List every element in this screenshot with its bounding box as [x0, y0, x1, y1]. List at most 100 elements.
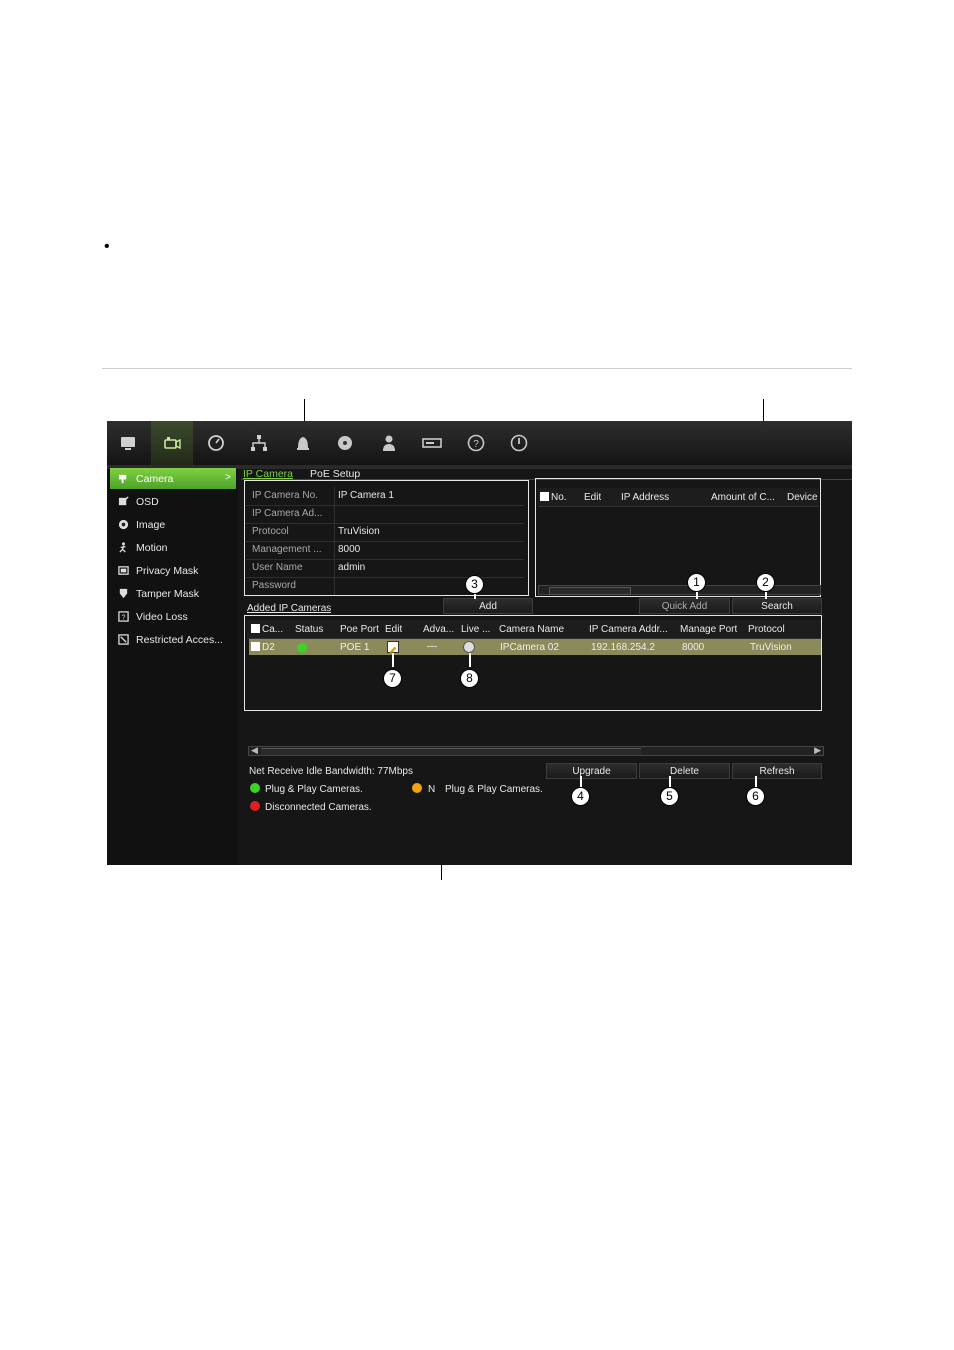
- sidebar-item-label: Privacy Mask: [136, 564, 199, 577]
- row-channel[interactable]: D2: [251, 642, 275, 653]
- sidebar-item-image[interactable]: Image: [110, 514, 236, 535]
- sidebar-item-camera[interactable]: Camera >: [110, 468, 236, 489]
- tamper-mask-icon: [116, 588, 130, 600]
- added-col-advanced: Adva...: [423, 624, 455, 635]
- disconnected-legend: Disconnected Cameras.: [265, 802, 372, 813]
- form-row-camera-no[interactable]: IP Camera No. IP Camera 1: [246, 487, 524, 506]
- form-row-user-name[interactable]: User Name admin: [246, 559, 524, 578]
- added-col-status: Status: [295, 624, 324, 635]
- row-camera-name: IPCamera 02: [500, 642, 559, 653]
- sidebar-item-label: Camera: [136, 472, 174, 485]
- form-row-management-port[interactable]: Management ... 8000: [246, 541, 524, 560]
- field-label: Password: [252, 580, 296, 591]
- row-poe-port: POE 1: [340, 642, 370, 653]
- sidebar-item-label: Restricted Acces...: [136, 633, 223, 646]
- alarm-icon[interactable]: [289, 429, 317, 457]
- added-col-manage-port: Manage Port: [680, 624, 738, 635]
- scroll-thumb[interactable]: [261, 748, 641, 755]
- no-plug-play-legend: Plug & Play Cameras.: [445, 784, 543, 795]
- callout-2: 2: [756, 573, 775, 592]
- upgrade-button[interactable]: Upgrade: [546, 763, 637, 779]
- sidebar-item-label: Motion: [136, 541, 168, 554]
- privacy-mask-icon: [116, 565, 130, 577]
- search-col-no[interactable]: No.: [540, 492, 567, 503]
- added-col-camera-name: Camera Name: [499, 624, 565, 635]
- search-button[interactable]: Search: [732, 598, 822, 614]
- select-all-checkbox[interactable]: [251, 624, 260, 633]
- ip-address-field[interactable]: [334, 505, 524, 523]
- search-col-ip-address: IP Address: [621, 492, 670, 503]
- camera-no-select[interactable]: IP Camera 1: [334, 487, 524, 505]
- password-field[interactable]: [334, 577, 524, 595]
- status-online-icon: [297, 643, 307, 653]
- sidebar-item-label: Video Loss: [136, 610, 188, 623]
- added-col-live: Live ...: [461, 624, 491, 635]
- row-checkbox[interactable]: [251, 642, 260, 651]
- scroll-left-icon[interactable]: ◀: [251, 745, 258, 756]
- sidebar-item-osd[interactable]: OSD: [110, 491, 236, 512]
- osd-icon: [116, 496, 130, 508]
- callout-stem: [392, 653, 394, 667]
- network-icon[interactable]: [245, 429, 273, 457]
- search-col-amount: Amount of C...: [711, 492, 775, 503]
- refresh-button[interactable]: Refresh: [732, 763, 822, 779]
- user-name-field[interactable]: admin: [334, 559, 524, 577]
- added-scrollbar[interactable]: ◀ ▶: [248, 745, 824, 756]
- user-icon[interactable]: [375, 429, 403, 457]
- protocol-select[interactable]: TruVision: [334, 523, 524, 541]
- quick-add-button[interactable]: Quick Add: [639, 598, 730, 614]
- field-label: User Name: [252, 562, 303, 573]
- callout-stem: [469, 653, 471, 667]
- field-label: Protocol: [252, 526, 289, 537]
- dvr-window: ? Camera > OSD Image Motion Privacy Mask…: [107, 421, 852, 865]
- video-loss-icon: ?: [116, 611, 130, 623]
- sidebar-item-restricted-access[interactable]: Restricted Acces...: [110, 629, 236, 650]
- edit-icon[interactable]: [387, 641, 399, 654]
- callout-1: 1: [687, 573, 706, 592]
- monitor-icon[interactable]: [114, 429, 142, 457]
- no-plug-play-legend-prefix: N: [428, 784, 436, 795]
- scroll-thumb[interactable]: [549, 587, 631, 595]
- row-manage-port: 8000: [682, 642, 705, 653]
- sidebar-item-label: Tamper Mask: [136, 587, 200, 600]
- callout-4: 4: [571, 787, 590, 806]
- added-col-channel[interactable]: Ca...: [251, 624, 283, 635]
- select-all-checkbox[interactable]: [540, 492, 549, 501]
- row-advanced[interactable]: —: [427, 641, 437, 652]
- camera-icon: [116, 473, 130, 485]
- added-col-protocol: Protocol: [748, 624, 785, 635]
- sidebar-item-motion[interactable]: Motion: [110, 537, 236, 558]
- camera-icon[interactable]: [158, 429, 186, 457]
- svg-text:?: ?: [121, 612, 125, 621]
- callout-8: 8: [460, 669, 479, 688]
- callout-3: 3: [465, 575, 484, 594]
- row-ip-address: 192.168.254.2: [591, 642, 655, 653]
- live-view-icon[interactable]: [463, 641, 475, 653]
- form-row-protocol[interactable]: Protocol TruVision: [246, 523, 524, 542]
- added-cameras-title: Added IP Cameras: [247, 603, 332, 614]
- added-col-ip-address: IP Camera Addr...: [589, 624, 668, 635]
- callout-5: 5: [660, 787, 679, 806]
- search-scrollbar[interactable]: [538, 585, 821, 595]
- motion-icon: [116, 542, 130, 554]
- row-protocol: TruVision: [750, 642, 792, 653]
- restricted-access-icon: [116, 634, 130, 646]
- field-label: IP Camera Ad...: [252, 508, 323, 519]
- help-icon[interactable]: ?: [462, 429, 490, 457]
- sidebar-item-video-loss[interactable]: ? Video Loss: [110, 606, 236, 627]
- form-row-ip-address[interactable]: IP Camera Ad...: [246, 505, 524, 524]
- bandwidth-text: Net Receive Idle Bandwidth: 77Mbps: [249, 766, 413, 777]
- power-icon[interactable]: [505, 429, 533, 457]
- hdd-icon[interactable]: [331, 429, 359, 457]
- bullet-point: •: [104, 238, 110, 255]
- field-label: Management ...: [252, 544, 322, 555]
- delete-button[interactable]: Delete: [639, 763, 730, 779]
- add-button[interactable]: Add: [443, 598, 533, 614]
- scroll-right-icon[interactable]: ▶: [814, 745, 821, 756]
- management-port-field[interactable]: 8000: [334, 541, 524, 559]
- sidebar-item-label: OSD: [136, 495, 159, 508]
- clock-icon[interactable]: [202, 429, 230, 457]
- sidebar-item-tamper-mask[interactable]: Tamper Mask: [110, 583, 236, 604]
- device-icon[interactable]: [418, 429, 446, 457]
- sidebar-item-privacy-mask[interactable]: Privacy Mask: [110, 560, 236, 581]
